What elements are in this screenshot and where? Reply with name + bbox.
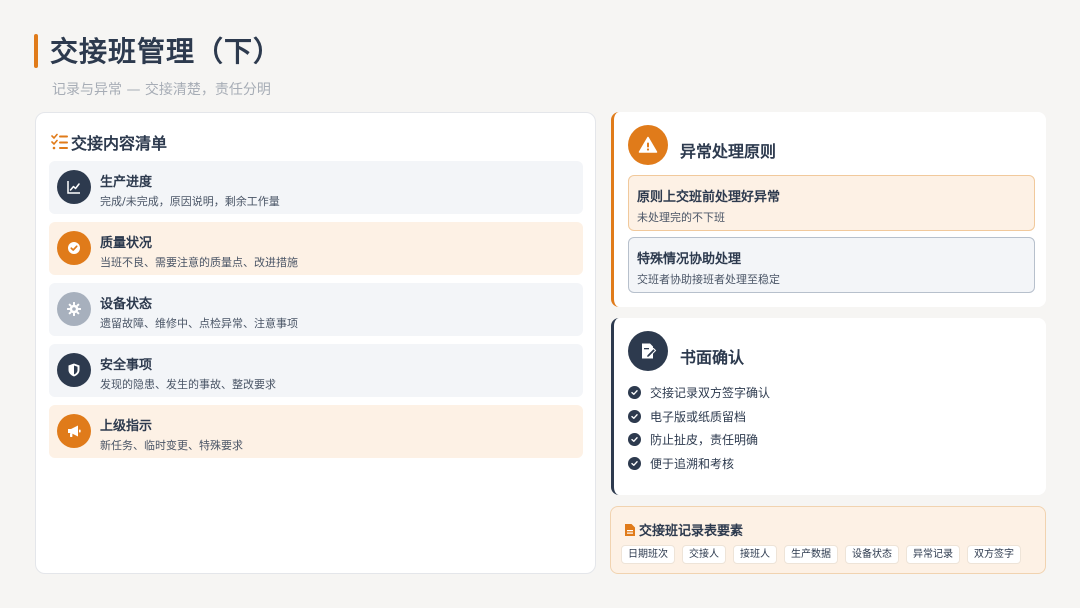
item-desc: 遗留故障、维修中、点检异常、注意事项 (100, 317, 298, 330)
check-text: 便于追溯和考核 (650, 457, 735, 471)
item-title: 质量状况 (100, 236, 153, 251)
item-desc: 完成/未完成，原因说明，剩余工作量 (100, 195, 280, 208)
chart-line-icon (57, 170, 91, 204)
gear-icon (57, 292, 91, 326)
principle-title: 特殊情况协助处理 (637, 252, 742, 267)
check-circle-icon (628, 457, 641, 470)
item-title: 安全事项 (100, 358, 153, 373)
check-circle-icon (628, 433, 641, 446)
item-title: 生产进度 (100, 175, 153, 190)
item-desc: 发现的隐患、发生的事故、整改要求 (100, 378, 276, 391)
principle-desc: 交班者协助接班者处理至稳定 (637, 273, 780, 286)
check-item: 防止扯皮，责任明确 (628, 431, 758, 448)
element-tag: 设备状态 (845, 545, 899, 564)
checklist-heading: 交接内容清单 (71, 134, 168, 153)
principle-box: 特殊情况协助处理 交班者协助接班者处理至稳定 (628, 237, 1035, 293)
anomaly-principles-card: 异常处理原则 原则上交班前处理好异常 未处理完的不下班 特殊情况协助处理 交班者… (611, 112, 1046, 307)
elements-title: 交接班记录表要素 (639, 524, 744, 539)
checklist-item-production: 生产进度 完成/未完成，原因说明，剩余工作量 (49, 161, 583, 214)
item-title: 上级指示 (100, 419, 153, 434)
check-text: 防止扯皮，责任明确 (650, 433, 759, 447)
record-elements-card: 交接班记录表要素 日期班次 交接人 接班人 生产数据 设备状态 异常记录 双方签… (610, 506, 1046, 574)
check-item: 便于追溯和考核 (628, 455, 734, 472)
principle-desc: 未处理完的不下班 (637, 211, 725, 224)
check-circle-icon (628, 386, 641, 399)
principle-box: 原则上交班前处理好异常 未处理完的不下班 (628, 175, 1035, 231)
handover-checklist-card: 交接内容清单 生产进度 完成/未完成，原因说明，剩余工作量 质量状况 当班不良、… (35, 112, 596, 574)
principle-title: 原则上交班前处理好异常 (637, 190, 781, 205)
element-tag: 日期班次 (621, 545, 675, 564)
elements-header: 交接班记录表要素 (624, 520, 743, 539)
document-icon (625, 523, 635, 536)
checklist-header: 交接内容清单 (51, 130, 167, 154)
anomaly-title: 异常处理原则 (680, 142, 777, 161)
signature-icon (628, 331, 668, 371)
elements-tag-list: 日期班次 交接人 接班人 生产数据 设备状态 异常记录 双方签字 (621, 545, 1028, 564)
item-desc: 当班不良、需要注意的质量点、改进措施 (100, 256, 298, 269)
check-text: 交接记录双方签字确认 (650, 386, 771, 400)
element-tag: 接班人 (733, 545, 777, 564)
check-item: 交接记录双方签字确认 (628, 384, 770, 401)
list-check-icon (51, 133, 68, 150)
check-badge-icon (57, 231, 91, 265)
element-tag: 交接人 (682, 545, 726, 564)
warning-icon (628, 125, 668, 165)
item-desc: 新任务、临时变更、特殊要求 (100, 439, 243, 452)
check-circle-icon (628, 410, 641, 423)
shield-icon (57, 353, 91, 387)
check-item: 电子版或纸质留档 (628, 408, 746, 425)
item-title: 设备状态 (100, 297, 153, 312)
checklist-item-instructions: 上级指示 新任务、临时变更、特殊要求 (49, 405, 583, 458)
written-title: 书面确认 (680, 348, 745, 367)
checklist-item-quality: 质量状况 当班不良、需要注意的质量点、改进措施 (49, 222, 583, 275)
element-tag: 生产数据 (784, 545, 838, 564)
check-text: 电子版或纸质留档 (650, 410, 747, 424)
element-tag: 异常记录 (906, 545, 960, 564)
checklist-item-equipment: 设备状态 遗留故障、维修中、点检异常、注意事项 (49, 283, 583, 336)
megaphone-icon (57, 414, 91, 448)
page-subtitle: 记录与异常 — 交接清楚，责任分明 (52, 82, 271, 98)
written-confirmation-card: 书面确认 交接记录双方签字确认 电子版或纸质留档 防止扯皮，责任明确 便于追溯和… (611, 318, 1046, 495)
page-title: 交接班管理（下） (50, 35, 283, 68)
element-tag: 双方签字 (967, 545, 1021, 564)
checklist-item-safety: 安全事项 发现的隐患、发生的事故、整改要求 (49, 344, 583, 397)
title-accent-bar (34, 34, 38, 68)
